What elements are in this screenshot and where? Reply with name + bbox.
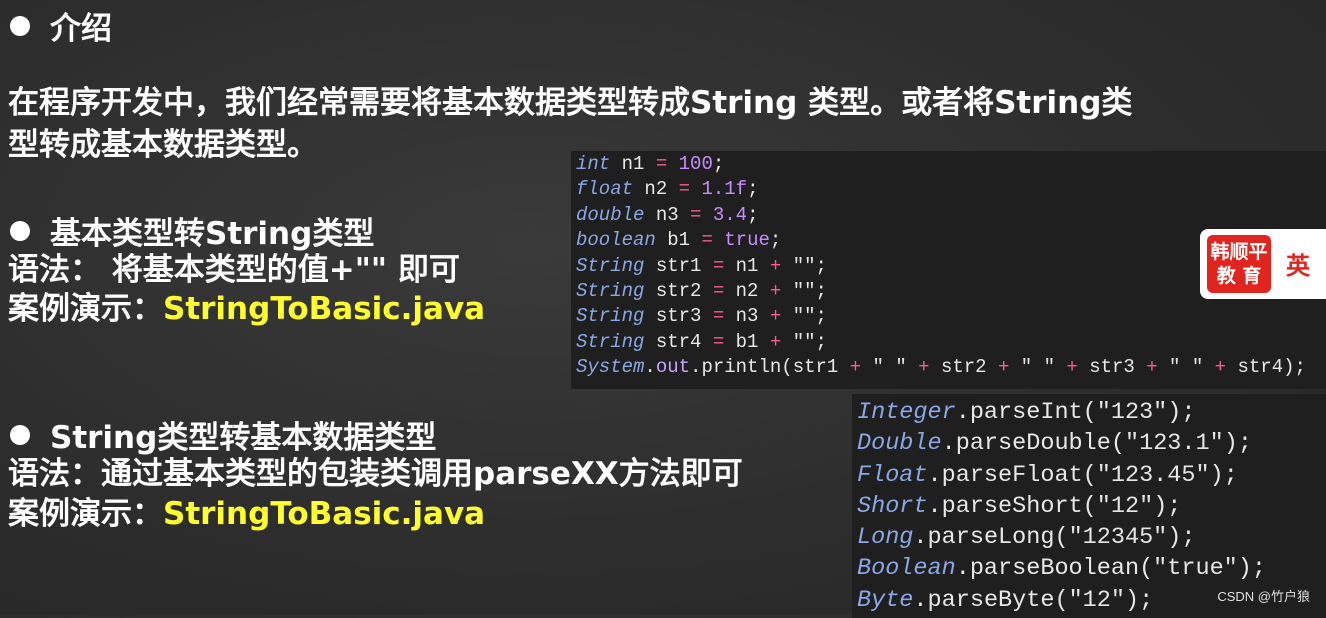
code-block-1-line: float n2 = 1.1f; <box>576 178 759 201</box>
brand-logo: 韩顺平 教 育 <box>1207 235 1271 293</box>
to-string-syntax: 语法： 将基本类型的值+"" 即可 <box>8 252 460 288</box>
bullet-icon <box>10 15 30 36</box>
code-block-2-line: Float.parseFloat("123.45"); <box>857 461 1238 489</box>
intro-heading-row: 介绍 <box>10 3 112 48</box>
brand-badge: 韩顺平 教 育 英 <box>1200 229 1326 299</box>
code-block-1-line: String str3 = n3 + ""; <box>576 305 827 328</box>
demo-file: StringToBasic.java <box>163 291 486 327</box>
code-block-1-line: String str4 = b1 + ""; <box>576 330 827 353</box>
code-block-1-line: System.out.println(str1 + " " + str2 + "… <box>576 356 1306 379</box>
language-indicator[interactable]: 英 <box>1286 246 1310 281</box>
watermark: CSDN @竹户狼 <box>1217 589 1310 604</box>
to-basic-syntax: 语法：通过基本类型的包装类调用parseXX方法即可 <box>8 456 743 492</box>
code-block-1-line: double n3 = 3.4; <box>576 203 759 226</box>
code-block-1-line: int n1 = 100; <box>576 153 725 175</box>
brand-line2: 教 育 <box>1216 265 1262 287</box>
bullet-icon <box>10 424 30 445</box>
to-string-heading-row: 基本类型转String类型 <box>10 208 374 253</box>
to-string-heading: 基本类型转String类型 <box>50 216 375 252</box>
intro-paragraph-line1: 在程序开发中，我们经常需要将基本数据类型转成String 类型。或者将Strin… <box>8 85 1133 121</box>
to-basic-demo: 案例演示：StringToBasic.java <box>8 493 485 535</box>
code-block-2-line: Integer.parseInt("123"); <box>857 399 1196 426</box>
code-block-2-line: Long.parseLong("12345"); <box>857 524 1196 552</box>
to-string-demo: 案例演示：StringToBasic.java <box>8 288 485 330</box>
code-block-2-line: Short.parseShort("12"); <box>857 492 1182 520</box>
to-basic-heading-row: String类型转基本数据类型 <box>10 412 436 457</box>
demo-label: 案例演示： <box>8 496 163 532</box>
to-basic-heading: String类型转基本数据类型 <box>50 420 437 456</box>
bullet-icon <box>10 220 30 241</box>
brand-line1: 韩顺平 <box>1210 241 1268 263</box>
demo-label: 案例演示： <box>8 291 163 327</box>
intro-heading: 介绍 <box>50 11 112 47</box>
code-block-2-line: Double.parseDouble("123.1"); <box>857 430 1252 458</box>
code-block-2-line: Boolean.parseBoolean("true"); <box>857 555 1267 583</box>
intro-paragraph-line2: 型转成基本数据类型。 <box>8 127 318 163</box>
demo-file: StringToBasic.java <box>163 496 486 532</box>
code-block-to-basic: Integer.parseInt("123"); Double.parseDoub… <box>852 394 1326 618</box>
